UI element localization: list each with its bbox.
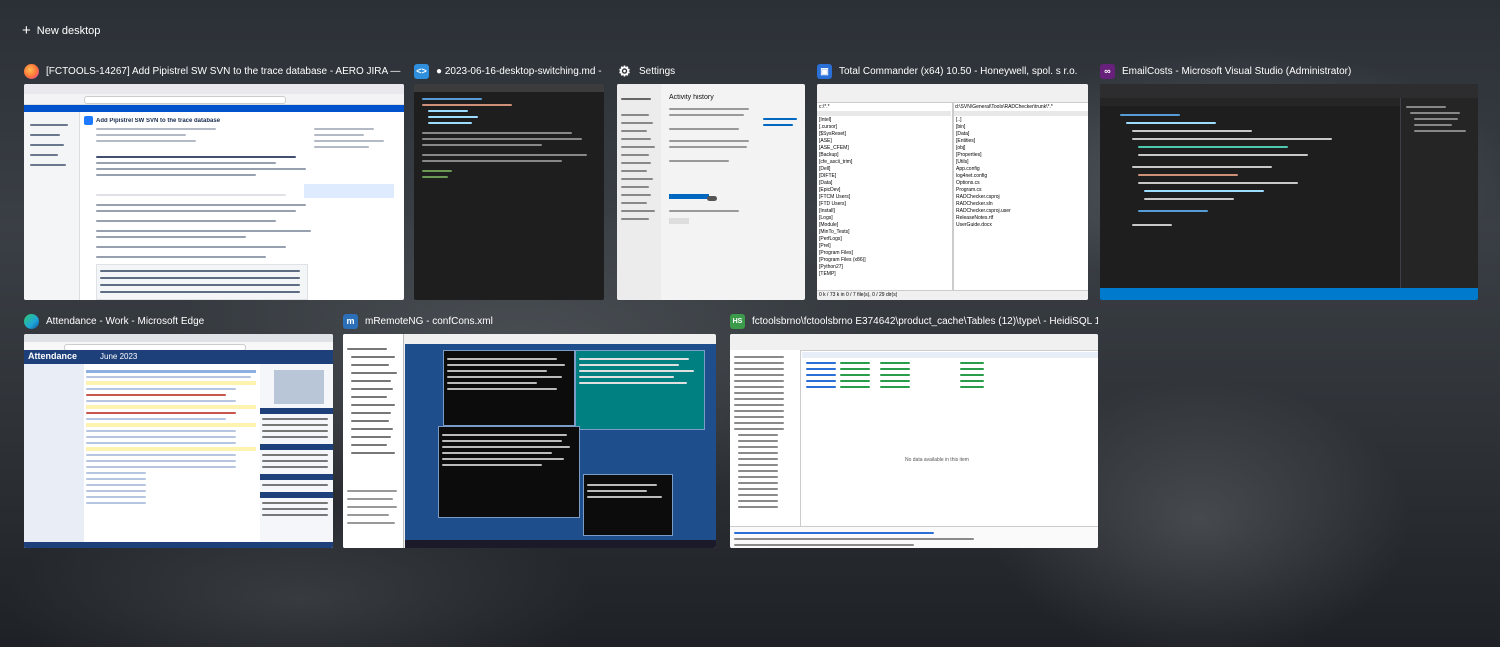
window-edge[interactable]: Attendance - Work - Microsoft Edge Atten… <box>24 312 333 548</box>
mremoteng-icon: m <box>343 313 358 329</box>
issue-title: Add Pipistrel SW SVN to the trace databa… <box>96 118 221 124</box>
window-title: ● 2023-06-16-desktop-switching.md - bv..… <box>436 65 604 77</box>
list-item[interactable]: [Properties] <box>956 152 1086 159</box>
list-item[interactable]: [Utils] <box>956 159 1086 166</box>
status-bar: 0 k / 73 k in 0 / 7 file(s), 0 / 29 dir(… <box>819 292 898 298</box>
vscode-icon: <> <box>414 63 429 79</box>
list-item[interactable]: UserGuide.docx <box>956 222 1086 229</box>
list-item[interactable]: [Prel] <box>819 243 949 250</box>
edge-thumbnail[interactable]: Attendance June 2023 <box>24 334 333 548</box>
list-item[interactable]: [Program Files (x86)] <box>819 257 949 264</box>
list-item[interactable]: [Entities] <box>956 138 1086 145</box>
visual-studio-icon: ∞ <box>1100 63 1115 79</box>
empty-data-message: No data available in this item <box>905 457 969 463</box>
window-title: EmailCosts - Microsoft Visual Studio (Ad… <box>1122 65 1352 77</box>
window-title: [FCTOOLS-14267] Add Pipistrel SW SVN to … <box>46 65 404 77</box>
firefox-thumbnail[interactable]: Add Pipistrel SW SVN to the trace databa… <box>24 84 404 300</box>
window-heidisql[interactable]: HS fctoolsbrno\fctoolsbrno E374642\produ… <box>730 312 1098 548</box>
window-firefox[interactable]: [FCTOOLS-14267] Add Pipistrel SW SVN to … <box>24 62 404 300</box>
window-visual-studio[interactable]: ∞ EmailCosts - Microsoft Visual Studio (… <box>1100 62 1478 300</box>
list-item[interactable]: log4net.config <box>956 173 1086 180</box>
list-item[interactable]: [ASE_CFEM] <box>819 145 949 152</box>
heidisql-icon: HS <box>730 313 745 329</box>
list-item[interactable]: RADChecker.csproj.user <box>956 208 1086 215</box>
list-item[interactable]: [..] <box>956 117 1086 124</box>
list-item[interactable]: RADChecker.sln <box>956 201 1086 208</box>
edge-icon <box>24 313 39 329</box>
mremoteng-thumbnail[interactable] <box>343 334 716 548</box>
list-item[interactable]: [Python27] <box>819 264 949 271</box>
vscode-thumbnail[interactable] <box>414 84 604 300</box>
window-mremoteng[interactable]: m mRemoteNG - confCons.xml <box>343 312 716 548</box>
list-item[interactable]: [DIFTE] <box>819 173 949 180</box>
list-item[interactable]: [FTCM Users] <box>819 194 949 201</box>
settings-thumbnail[interactable]: Activity history <box>617 84 805 300</box>
firefox-icon <box>24 63 39 79</box>
attendance-month: June 2023 <box>100 352 138 361</box>
list-item[interactable]: [ASE] <box>819 138 949 145</box>
total-commander-thumbnail[interactable]: c:\*.* d:\SVN\General\Tools\RADChecker\t… <box>817 84 1088 300</box>
list-item[interactable]: [Install] <box>819 208 949 215</box>
list-item[interactable]: [bin] <box>956 124 1086 131</box>
floppy-icon: ▣ <box>817 63 832 79</box>
window-title: Settings <box>639 65 676 77</box>
list-item[interactable]: [Module] <box>819 222 949 229</box>
list-item[interactable]: [cfe_ascii_trim] <box>819 159 949 166</box>
window-total-commander[interactable]: ▣ Total Commander (x64) 10.50 - Honeywel… <box>817 62 1088 300</box>
window-settings[interactable]: ⚙ Settings Activity history <box>617 62 805 300</box>
window-vscode[interactable]: <> ● 2023-06-16-desktop-switching.md - b… <box>414 62 604 300</box>
list-item[interactable]: [Data] <box>819 180 949 187</box>
list-item[interactable]: [Intel] <box>819 117 949 124</box>
window-title: fctoolsbrno\fctoolsbrno E374642\product_… <box>752 315 1098 327</box>
list-item[interactable]: [Program Files] <box>819 250 949 257</box>
window-title: Total Commander (x64) 10.50 - Honeywell,… <box>839 65 1078 77</box>
right-path: d:\SVN\General\Tools\RADChecker\trunk\*.… <box>955 104 1053 110</box>
gear-icon: ⚙ <box>618 62 631 79</box>
list-item[interactable]: ReleaseNotes.rtf <box>956 215 1086 222</box>
plus-icon: + <box>22 22 31 39</box>
window-title: Attendance - Work - Microsoft Edge <box>46 315 205 327</box>
new-desktop-label: New desktop <box>36 25 101 37</box>
list-item[interactable]: App.config <box>956 166 1086 173</box>
right-file-list: [..] [bin] [Data] [Entities] [obj] [Prop… <box>956 117 1086 229</box>
list-item[interactable]: [EpicDev] <box>819 187 949 194</box>
list-item[interactable]: Program.cs <box>956 187 1086 194</box>
list-item[interactable]: [MinTo_Tests] <box>819 229 949 236</box>
list-item[interactable]: [Data] <box>956 131 1086 138</box>
list-item[interactable]: [Logs] <box>819 215 949 222</box>
heidisql-thumbnail[interactable]: No data available in this item <box>730 334 1098 548</box>
window-title: mRemoteNG - confCons.xml <box>365 315 493 327</box>
list-item[interactable]: [obj] <box>956 145 1086 152</box>
list-item[interactable]: Options.cs <box>956 180 1086 187</box>
list-item[interactable]: RADChecker.csproj <box>956 194 1086 201</box>
settings-heading: Activity history <box>669 94 714 101</box>
list-item[interactable]: [Dell] <box>819 166 949 173</box>
attendance-app-title: Attendance <box>28 351 78 361</box>
visual-studio-thumbnail[interactable] <box>1100 84 1478 300</box>
list-item[interactable]: [.cursor] <box>819 124 949 131</box>
list-item[interactable]: [TEMP] <box>819 271 949 278</box>
new-desktop-button[interactable]: + New desktop <box>22 22 100 40</box>
left-file-list: [Intel] [.cursor] [$SysReset] [ASE] [ASE… <box>819 117 949 278</box>
list-item[interactable]: [$SysReset] <box>819 131 949 138</box>
list-item[interactable]: [Backup] <box>819 152 949 159</box>
list-item[interactable]: [PerfLogs] <box>819 236 949 243</box>
list-item[interactable]: [FTD Users] <box>819 201 949 208</box>
left-path: c:\*.* <box>819 104 830 110</box>
